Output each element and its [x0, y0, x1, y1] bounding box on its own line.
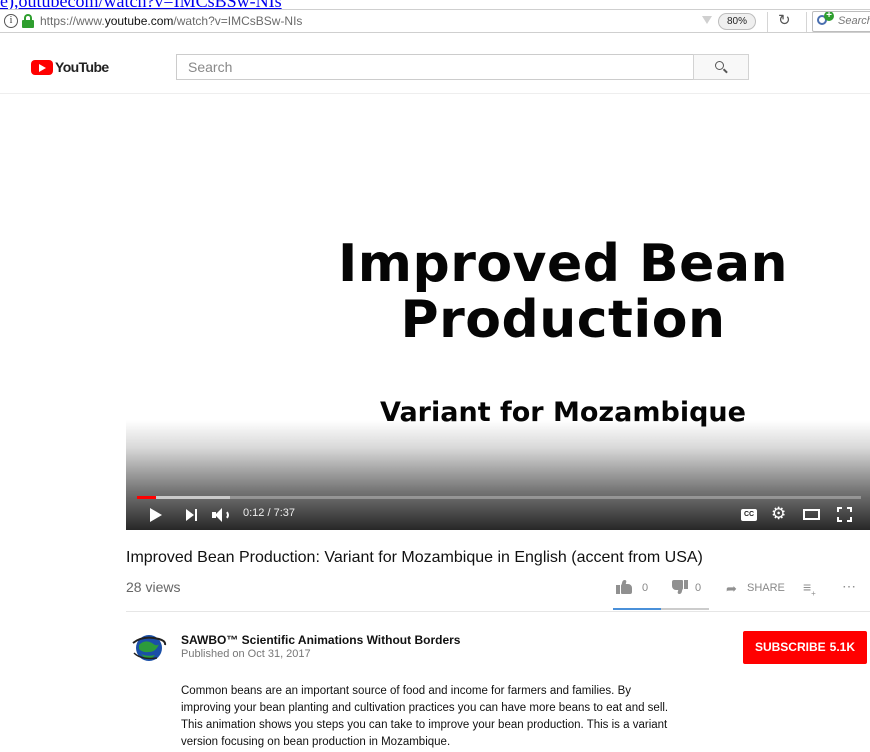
like-icon[interactable]	[616, 580, 634, 594]
reload-icon[interactable]: ↻	[778, 11, 791, 29]
add-to-playlist-icon[interactable]: ≡+	[803, 579, 816, 598]
slide-title-line1: Improved Bean	[337, 234, 789, 294]
info-icon[interactable]: i	[4, 14, 18, 28]
browser-address-bar: i https://www.youtube.com/watch?v=IMCsBS…	[0, 9, 870, 33]
video-description: Common beans are an important source of …	[181, 683, 721, 751]
dropdown-arrow-icon[interactable]	[702, 16, 712, 24]
search-button[interactable]	[693, 54, 749, 80]
gear-icon[interactable]: ⚙	[771, 505, 786, 522]
search-icon	[715, 61, 724, 70]
theater-icon[interactable]	[803, 509, 820, 520]
youtube-play-logo-icon	[31, 59, 53, 75]
progress-bar[interactable]	[137, 496, 861, 499]
controls-gradient	[126, 420, 870, 530]
description-line: Common beans are an important source of …	[181, 685, 631, 697]
browser-search-box[interactable]: + Search	[812, 11, 870, 32]
like-count[interactable]: 0	[642, 582, 648, 594]
description-line: version focusing on bean production in M…	[181, 736, 451, 748]
url-field[interactable]: https://www.youtube.com/watch?v=IMCsBSw-…	[40, 14, 302, 28]
sentiment-fill	[613, 608, 661, 610]
volume-icon[interactable]	[212, 507, 232, 523]
play-icon[interactable]	[150, 508, 162, 522]
share-icon[interactable]: ➦	[726, 581, 737, 597]
add-search-icon: +	[824, 12, 834, 21]
divider	[806, 12, 807, 32]
subscriber-count: 5.1K	[829, 640, 856, 654]
sentiment-bar	[613, 608, 709, 610]
youtube-logo-text: YouTube	[55, 59, 109, 75]
dislike-icon[interactable]	[670, 580, 688, 594]
description-line: improving your bean planting and cultiva…	[181, 702, 669, 714]
channel-name[interactable]: SAWBO™ Scientific Animations Without Bor…	[181, 633, 460, 647]
lock-icon[interactable]	[22, 14, 34, 28]
url-path: /watch?v=IMCsBSw-NIs	[173, 14, 303, 28]
captions-icon[interactable]: CC	[741, 509, 757, 521]
publish-date: Published on Oct 31, 2017	[181, 648, 311, 660]
youtube-header: YouTube Search	[0, 34, 870, 94]
slide-title-line2: Production	[400, 290, 726, 350]
url-prefix: https://www.	[40, 14, 105, 28]
more-options-icon[interactable]: ⋯	[842, 578, 857, 595]
slide-title: Improved Bean Production	[126, 236, 870, 348]
divider	[767, 12, 768, 32]
video-player[interactable]: Improved Bean Production Variant for Moz…	[126, 94, 870, 530]
search-input[interactable]: Search	[176, 54, 694, 80]
channel-avatar[interactable]	[129, 627, 169, 667]
fullscreen-icon[interactable]	[837, 507, 852, 522]
divider	[126, 611, 870, 612]
subscribe-button[interactable]: SUBSCRIBE 5.1K	[743, 631, 867, 664]
time-display: 0:12 / 7:37	[243, 507, 295, 519]
video-title: Improved Bean Production: Variant for Mo…	[126, 549, 703, 566]
zoom-level[interactable]: 80%	[718, 13, 756, 30]
browser-search-placeholder: Search	[838, 15, 870, 27]
description-line: This animation shows you steps you can t…	[181, 719, 668, 731]
view-count: 28 views	[126, 579, 181, 595]
progress-played	[137, 496, 156, 499]
next-icon[interactable]	[186, 509, 198, 521]
dislike-count[interactable]: 0	[695, 582, 701, 594]
url-domain: youtube.com	[104, 14, 174, 28]
youtube-logo[interactable]: YouTube	[31, 59, 109, 75]
share-button[interactable]: SHARE	[747, 582, 785, 594]
subscribe-label: SUBSCRIBE	[754, 640, 826, 654]
